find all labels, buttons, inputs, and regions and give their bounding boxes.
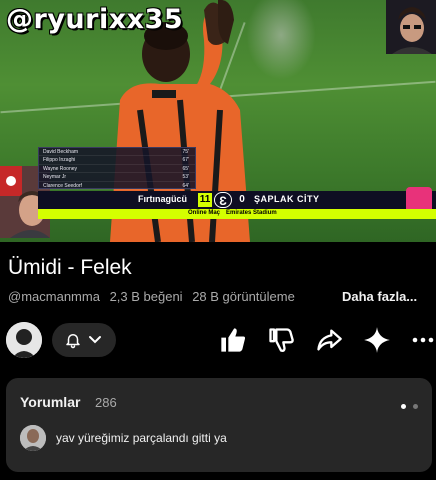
video-player[interactable]: @ryurixx35 David Beckham 75' Filippo Inza… [0,0,436,242]
comments-count: 286 [95,395,117,410]
away-team-name: ŞAPLAK CİTY [254,194,320,204]
comments-title: Yorumlar [20,394,81,410]
thumbs-down-icon[interactable] [267,326,295,354]
more-icon[interactable] [410,326,436,354]
video-meta: @macmanmma 2,3 B beğeni 28 B görüntüleme [8,289,301,304]
match-info-bar: Online Maç Emirates Stadium [38,209,436,219]
lineup-panel: David Beckham 75' Filippo Inzaghi 67' Wayn… [38,147,196,190]
dot-active [400,404,406,409]
video-title: Ümidi - Felek [8,256,132,279]
comments-panel[interactable]: Yorumlar 286 yav yüreğimiz parçalandı gi… [6,378,432,472]
lineup-row: Neymar Jr 53' [39,173,195,182]
lineup-row: David Beckham 75' [39,148,195,157]
sparkle-icon[interactable] [363,326,391,354]
webcam-overlay-top [386,0,436,54]
share-icon[interactable] [315,326,343,354]
view-count: 28 B görüntüleme [192,289,295,304]
efootball-logo-icon: Ɛ [214,192,232,208]
commenter-avatar [20,425,46,451]
carousel-dots [398,396,418,414]
lineup-row: Clarence Seedorf 64' [39,182,195,190]
lineup-row: Filippo Inzaghi 67' [39,156,195,165]
thumbs-up-icon[interactable] [219,326,247,354]
home-team-name: Fırtınagücü [138,194,187,204]
bell-icon [66,334,80,349]
channel-avatar[interactable] [6,322,42,358]
chevron-down-icon [89,336,101,344]
match-type: Online Maç [188,210,221,216]
lineup-row: Wayne Rooney 65' [39,165,195,174]
watermark: @ryurixx35 [6,4,184,35]
top-comment-text: yav yüreğimiz parçalandı gitti ya [56,431,227,445]
like-count: 2,3 B beğeni [109,289,183,304]
home-score: 11 [198,193,212,207]
scoreboard: Fırtınagücü 11 Ɛ 0 ŞAPLAK CİTY [38,187,436,215]
more-button[interactable]: Daha fazla... [342,289,417,304]
away-score: 0 [239,194,245,205]
dot-inactive [413,404,418,409]
stadium-name: Emirates Stadium [226,210,277,216]
channel-handle[interactable]: @macmanmma [8,289,100,304]
notification-button[interactable] [52,323,116,357]
